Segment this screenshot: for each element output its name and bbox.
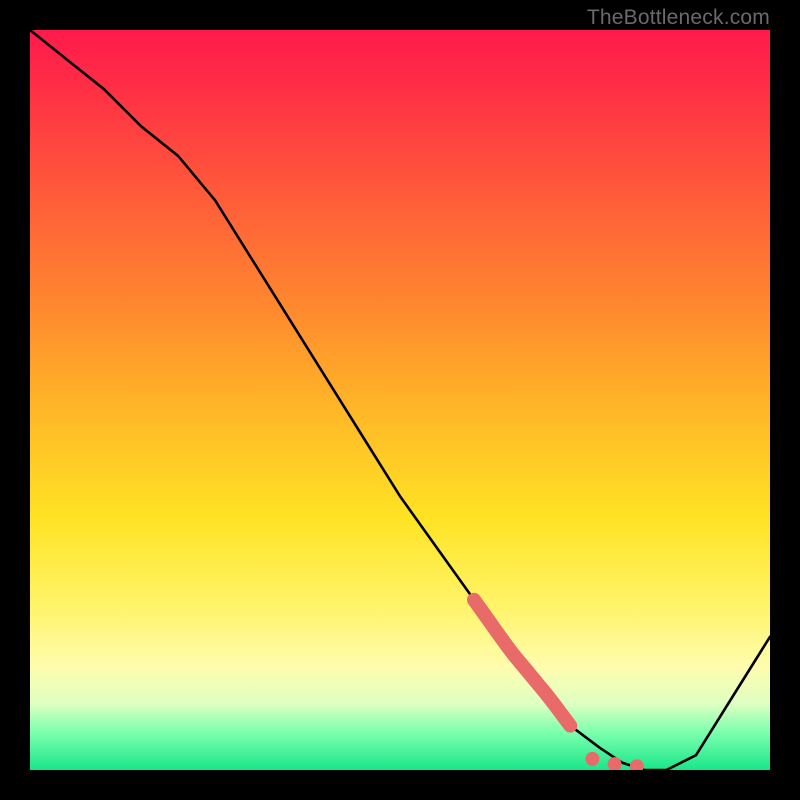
plot-area [30, 30, 770, 770]
highlight-segment [474, 600, 570, 726]
valley-dot [585, 752, 599, 766]
valley-dot [608, 757, 622, 770]
bottleneck-curve [30, 30, 770, 770]
attribution-text: TheBottleneck.com [587, 6, 770, 30]
valley-dot [630, 759, 644, 770]
curve-svg [30, 30, 770, 770]
valley-dots [585, 752, 643, 770]
chart-frame: TheBottleneck.com [0, 0, 800, 800]
